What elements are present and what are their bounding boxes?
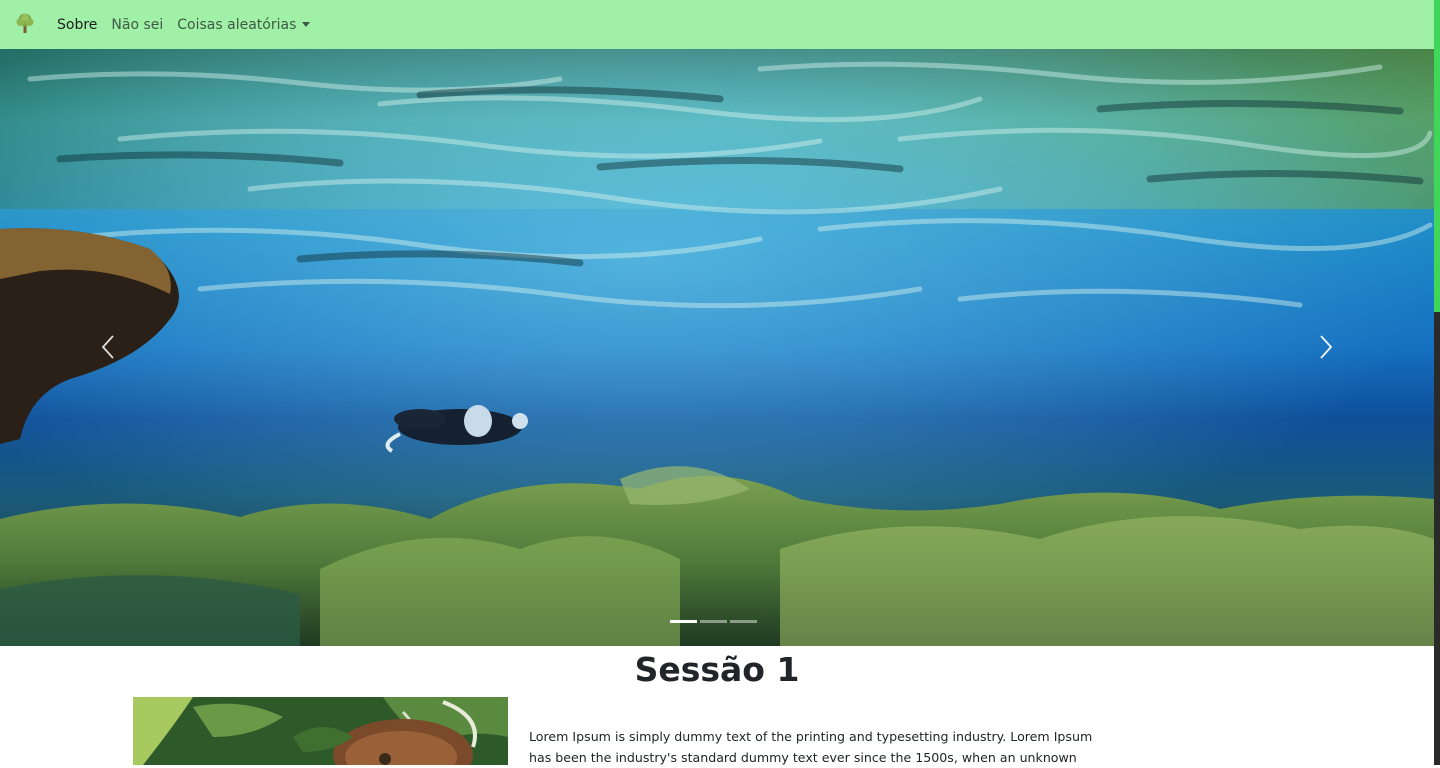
nav-dropdown-coisas-aleatorias[interactable]: Coisas aleatórias <box>177 16 311 33</box>
carousel-indicators <box>670 620 757 623</box>
brand-logo[interactable] <box>13 13 37 37</box>
carousel-slide-image <box>0 49 1434 646</box>
nav-dropdown-label: Coisas aleatórias <box>177 16 297 33</box>
tree-icon <box>14 12 36 38</box>
top-navbar: Sobre Não sei Coisas aleatórias <box>0 0 1434 49</box>
carousel-indicator-3[interactable] <box>730 620 757 623</box>
carousel-indicator-1[interactable] <box>670 620 697 623</box>
chevron-right-icon <box>1318 334 1334 364</box>
scrollbar-thumb[interactable] <box>1434 0 1440 312</box>
caret-down-icon <box>302 22 311 27</box>
hero-carousel <box>0 49 1434 646</box>
section-title: Sessão 1 <box>634 650 800 689</box>
carousel-indicator-2[interactable] <box>700 620 727 623</box>
section-paragraph: Lorem Ipsum is simply dummy text of the … <box>529 729 1093 765</box>
carousel-prev-button[interactable] <box>78 319 138 379</box>
chevron-left-icon <box>100 334 116 364</box>
page-scrollbar[interactable] <box>1434 0 1440 765</box>
carousel-next-button[interactable] <box>1296 319 1356 379</box>
section-image <box>133 697 508 765</box>
nav-link-sobre[interactable]: Sobre <box>57 17 97 33</box>
nav-link-nao-sei[interactable]: Não sei <box>111 17 163 33</box>
